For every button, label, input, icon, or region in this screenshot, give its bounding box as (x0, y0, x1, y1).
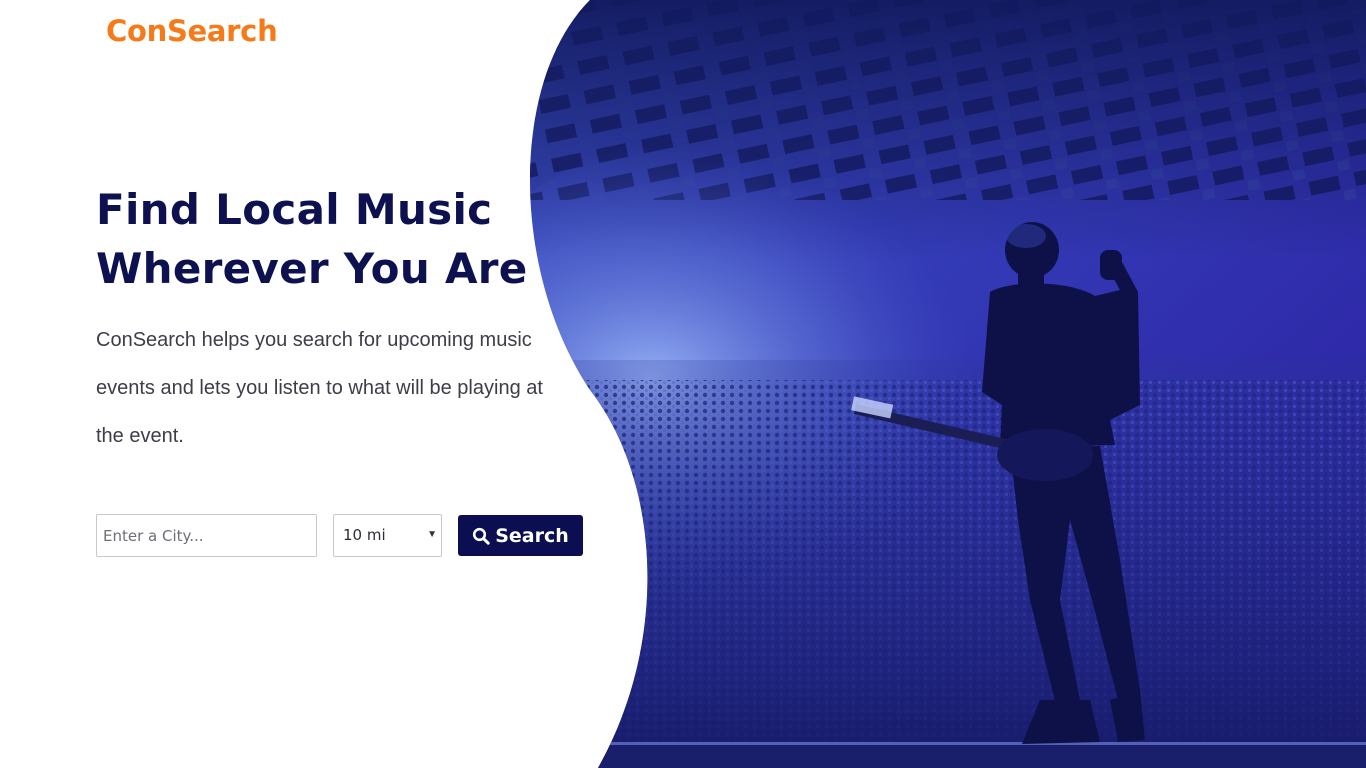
brand-logo[interactable]: ConSearch (106, 14, 278, 48)
hero-description: ConSearch helps you search for upcoming … (96, 329, 543, 447)
radius-select[interactable]: 10 mi ▼ (333, 514, 442, 557)
hero-title-line-1: Find Local Music (96, 185, 493, 234)
hero-title-line-2: Wherever You Are (96, 244, 528, 293)
city-search-input[interactable] (96, 514, 317, 557)
search-icon (472, 527, 490, 545)
radius-selected-value: 10 mi (343, 526, 386, 544)
search-button-label: Search (495, 524, 569, 547)
search-form: 10 mi ▼ Search (96, 514, 583, 557)
hero-title: Find Local Music Wherever You Are (96, 180, 576, 298)
landing-page: ConSearch Find Local Music Wherever You … (0, 0, 1366, 768)
chevron-down-icon: ▼ (427, 529, 437, 540)
hero-content: Find Local Music Wherever You Are ConSea… (96, 180, 576, 460)
search-button[interactable]: Search (458, 515, 583, 556)
